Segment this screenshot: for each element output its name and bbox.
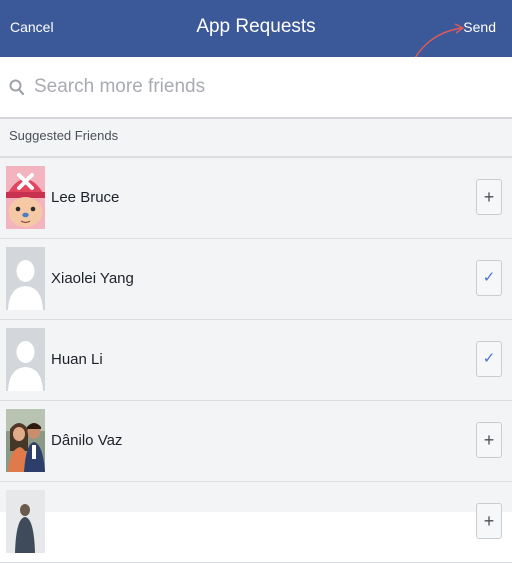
avatar xyxy=(6,166,45,229)
default-silhouette-avatar-icon xyxy=(6,247,45,310)
friend-row[interactable]: Lee Bruce + xyxy=(0,158,512,239)
avatar xyxy=(6,490,45,553)
search-icon xyxy=(9,79,25,96)
add-friend-button[interactable]: + xyxy=(476,503,502,539)
selected-friend-button[interactable]: ✓ xyxy=(476,341,502,377)
friend-name: Huan Li xyxy=(51,351,103,368)
search-input[interactable] xyxy=(34,71,494,103)
add-friend-button[interactable]: + xyxy=(476,422,502,458)
section-header: Suggested Friends xyxy=(0,119,512,158)
friend-row[interactable]: Huan Li ✓ xyxy=(0,320,512,401)
checkmark-icon: ✓ xyxy=(482,350,496,367)
photo-avatar-icon xyxy=(6,490,45,553)
search-bar xyxy=(0,57,512,119)
checkmark-icon: ✓ xyxy=(482,269,496,286)
friend-name: Lee Bruce xyxy=(51,189,120,206)
plus-icon: + xyxy=(483,511,495,531)
plus-icon: + xyxy=(483,187,495,207)
plus-icon: + xyxy=(483,430,495,450)
section-title: Suggested Friends xyxy=(9,128,119,143)
avatar xyxy=(6,328,45,391)
avatar xyxy=(6,247,45,310)
add-friend-button[interactable]: + xyxy=(476,179,502,215)
friend-row[interactable]: + xyxy=(0,482,512,563)
friends-list: Suggested Friends Lee Bruce + Xiaolei Ya… xyxy=(0,119,512,563)
photo-avatar-icon xyxy=(6,409,45,472)
friend-name: Xiaolei Yang xyxy=(51,270,134,287)
friend-row[interactable]: Xiaolei Yang ✓ xyxy=(0,239,512,320)
friend-row[interactable]: Dânilo Vaz + xyxy=(0,401,512,482)
friend-name: Dânilo Vaz xyxy=(51,432,123,449)
selected-friend-button[interactable]: ✓ xyxy=(476,260,502,296)
cartoon-avatar-icon xyxy=(6,166,45,229)
avatar xyxy=(6,409,45,472)
default-silhouette-avatar-icon xyxy=(6,328,45,391)
